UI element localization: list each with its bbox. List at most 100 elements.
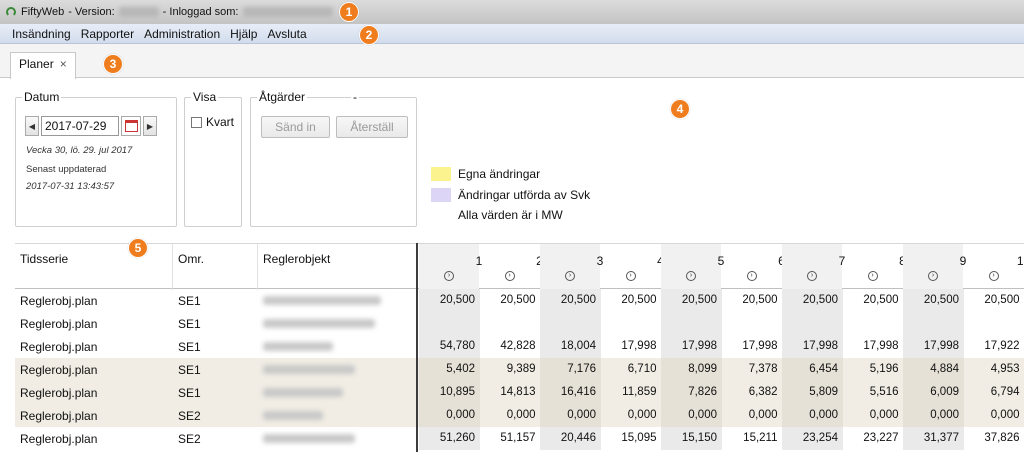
- column-header-7[interactable]: 7 ›: [782, 244, 845, 290]
- cell-value[interactable]: 4,953: [964, 363, 1020, 375]
- header-tidsserie[interactable]: Tidsserie: [20, 252, 68, 266]
- column-header-9[interactable]: 9 ›: [903, 244, 966, 290]
- cell-value[interactable]: 31,377: [903, 432, 959, 444]
- table-row[interactable]: Reglerobj.plan SE2 51,260 51,157 20,446 15,09…: [15, 427, 1024, 450]
- cell-value[interactable]: 20,500: [782, 294, 838, 306]
- table-row[interactable]: Reglerobj.plan SE1 20,500 20,500 20,500 20,50…: [15, 289, 1024, 312]
- column-header-10[interactable]: 10 ›: [964, 244, 1024, 290]
- cell-value[interactable]: 11,859: [601, 386, 656, 398]
- cell-value[interactable]: 17,998: [843, 340, 898, 352]
- cell-value[interactable]: 20,446: [540, 432, 596, 444]
- column-info-icon[interactable]: ›: [746, 271, 757, 281]
- send-in-button[interactable]: Sänd in: [261, 116, 330, 138]
- cell-value[interactable]: 20,500: [964, 294, 1019, 306]
- header-reglerobjekt[interactable]: Reglerobjekt: [263, 252, 330, 266]
- cell-value[interactable]: 0,000: [964, 409, 1020, 421]
- cell-value[interactable]: 7,378: [722, 363, 778, 375]
- cell-value[interactable]: 7,826: [661, 386, 717, 398]
- cell-value[interactable]: 8,099: [661, 363, 717, 375]
- column-header-4[interactable]: 4›: [601, 244, 664, 290]
- cell-value[interactable]: 15,211: [722, 432, 777, 444]
- cell-value[interactable]: 17,922: [964, 340, 1019, 352]
- menu-avsluta[interactable]: Avsluta: [267, 27, 306, 41]
- calendar-button[interactable]: [121, 116, 141, 136]
- column-info-icon[interactable]: ›: [928, 271, 938, 281]
- cell-value[interactable]: 0,000: [661, 409, 717, 421]
- column-info-icon[interactable]: ›: [565, 271, 575, 281]
- cell-value[interactable]: 0,000: [419, 409, 475, 421]
- cell-value[interactable]: 23,254: [782, 432, 838, 444]
- cell-value[interactable]: 0,000: [480, 409, 536, 421]
- table-row[interactable]: Reglerobj.plan SE1: [15, 312, 1024, 335]
- reset-button[interactable]: Återställ: [336, 116, 408, 138]
- menu-insandning[interactable]: Insändning: [12, 27, 71, 41]
- cell-value[interactable]: 42,828: [480, 340, 535, 352]
- cell-value[interactable]: 0,000: [540, 409, 596, 421]
- column-header-2[interactable]: 2›: [480, 244, 543, 290]
- cell-value[interactable]: 16,416: [540, 386, 596, 398]
- menu-administration[interactable]: Administration: [144, 27, 220, 41]
- kvart-checkbox[interactable]: [191, 117, 202, 129]
- table-row[interactable]: Reglerobj.plan SE2 0,000 0,000 0,000 0,000 0,0…: [15, 404, 1024, 427]
- table-row[interactable]: Reglerobj.plan SE1 54,780 42,828 18,004 17,99…: [15, 335, 1024, 358]
- cell-value[interactable]: 6,794: [964, 386, 1020, 398]
- column-info-icon[interactable]: ›: [686, 271, 696, 281]
- cell-value[interactable]: 9,389: [480, 363, 536, 375]
- cell-value[interactable]: 17,998: [661, 340, 717, 352]
- cell-value[interactable]: 20,500: [843, 294, 898, 306]
- cell-value[interactable]: 5,809: [782, 386, 838, 398]
- cell-value[interactable]: 6,454: [782, 363, 838, 375]
- cell-value[interactable]: 20,500: [722, 294, 777, 306]
- table-row[interactable]: Reglerobj.plan SE1 10,895 14,813 16,416 11,85…: [15, 381, 1024, 404]
- cell-value[interactable]: 6,710: [601, 363, 657, 375]
- column-info-icon[interactable]: ›: [867, 271, 878, 281]
- cell-value[interactable]: 18,004: [540, 340, 596, 352]
- cell-value[interactable]: 5,196: [843, 363, 899, 375]
- column-header-3[interactable]: 3 ›: [540, 244, 603, 290]
- column-info-icon[interactable]: ›: [444, 271, 454, 281]
- cell-value[interactable]: 5,402: [419, 363, 475, 375]
- cell-value[interactable]: 15,150: [661, 432, 717, 444]
- cell-value[interactable]: 20,500: [661, 294, 717, 306]
- cell-value[interactable]: 6,382: [722, 386, 778, 398]
- column-header-5[interactable]: 5 ›: [661, 244, 724, 290]
- column-info-icon[interactable]: ›: [504, 271, 515, 281]
- tab-planer[interactable]: Planer ×: [10, 52, 76, 79]
- column-header-1[interactable]: 1 ›: [419, 244, 482, 290]
- cell-value[interactable]: 17,998: [722, 340, 777, 352]
- prev-day-button[interactable]: ◀: [25, 116, 39, 136]
- cell-value[interactable]: 54,780: [419, 340, 475, 352]
- cell-value[interactable]: 17,998: [903, 340, 959, 352]
- cell-value[interactable]: 20,500: [601, 294, 656, 306]
- column-info-icon[interactable]: ›: [988, 271, 999, 281]
- close-icon[interactable]: ×: [60, 57, 67, 71]
- cell-value[interactable]: 51,260: [419, 432, 475, 444]
- cell-value[interactable]: 0,000: [722, 409, 778, 421]
- table-row[interactable]: Reglerobj.plan SE1 5,402 9,389 7,176 6,710 8,0…: [15, 358, 1024, 381]
- cell-value[interactable]: 0,000: [601, 409, 657, 421]
- cell-value[interactable]: 17,998: [601, 340, 656, 352]
- cell-value[interactable]: 15,095: [601, 432, 656, 444]
- column-info-icon[interactable]: ›: [807, 271, 817, 281]
- cell-value[interactable]: 20,500: [540, 294, 596, 306]
- cell-value[interactable]: 20,500: [480, 294, 535, 306]
- column-info-icon[interactable]: ›: [625, 271, 636, 281]
- cell-value[interactable]: 7,176: [540, 363, 596, 375]
- next-day-button[interactable]: ▶: [143, 116, 157, 136]
- cell-value[interactable]: 4,884: [903, 363, 959, 375]
- menu-hjalp[interactable]: Hjälp: [230, 27, 257, 41]
- date-input[interactable]: 2017-07-29: [41, 116, 119, 136]
- cell-value[interactable]: 51,157: [480, 432, 535, 444]
- cell-value[interactable]: 5,516: [843, 386, 899, 398]
- cell-value[interactable]: 17,998: [782, 340, 838, 352]
- cell-value[interactable]: 0,000: [782, 409, 838, 421]
- menu-rapporter[interactable]: Rapporter: [81, 27, 134, 41]
- cell-value[interactable]: 6,009: [903, 386, 959, 398]
- cell-value[interactable]: 20,500: [419, 294, 475, 306]
- cell-value[interactable]: 37,826: [964, 432, 1019, 444]
- cell-value[interactable]: 0,000: [903, 409, 959, 421]
- column-header-8[interactable]: 8›: [843, 244, 906, 290]
- column-header-6[interactable]: 6›: [722, 244, 785, 290]
- cell-value[interactable]: 14,813: [480, 386, 535, 398]
- cell-value[interactable]: 10,895: [419, 386, 475, 398]
